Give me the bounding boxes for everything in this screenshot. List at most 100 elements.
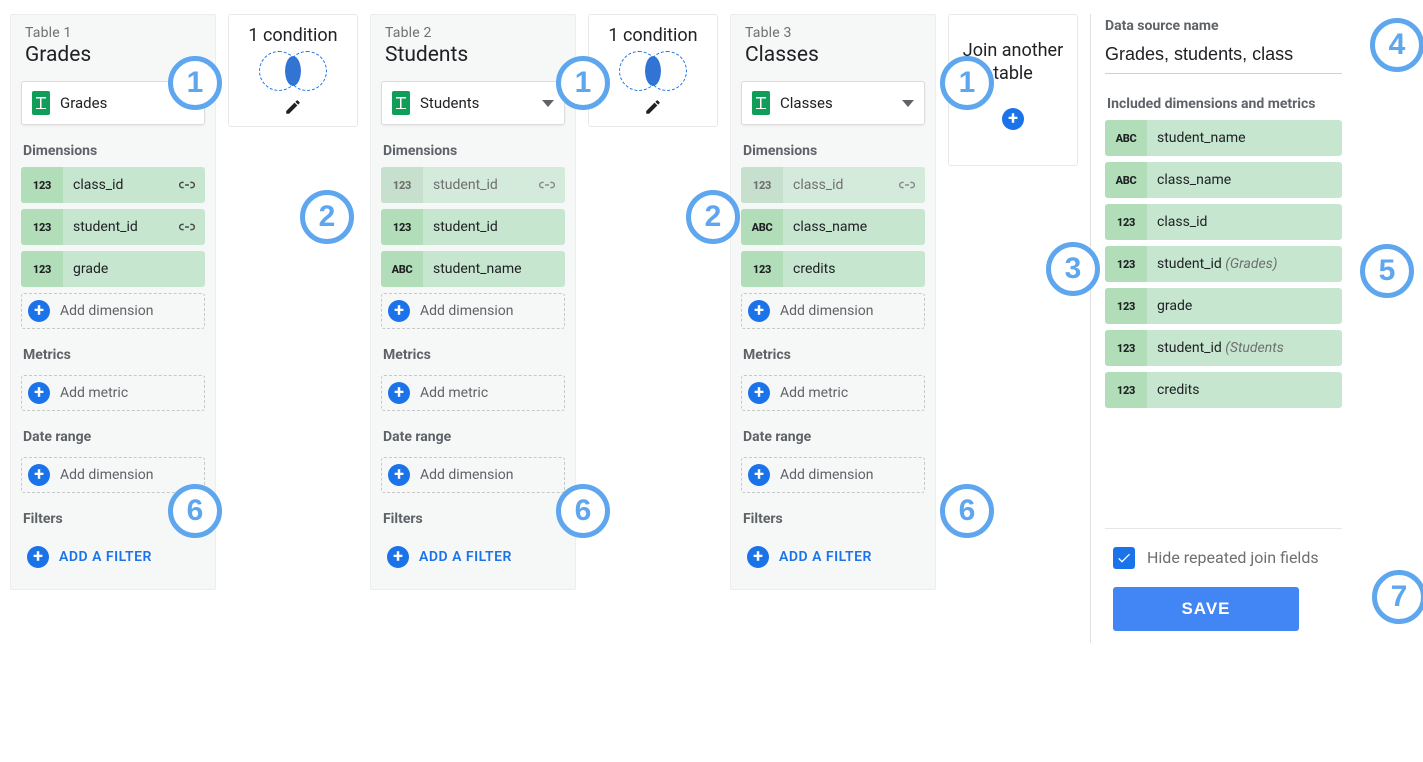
field-name: student_id (Students <box>1147 340 1342 356</box>
join-condition-title: 1 condition <box>608 25 697 46</box>
table-label: Table 3 <box>745 25 921 41</box>
table-name: Classes <box>745 43 921 67</box>
edit-icon <box>284 98 302 116</box>
field-chip[interactable]: ABCclass_name <box>741 209 925 245</box>
section-daterange: Date range <box>11 411 215 453</box>
add-row[interactable]: +Add metric <box>381 375 565 411</box>
edit-icon <box>644 98 662 116</box>
field-chip[interactable]: 123grade <box>21 251 205 287</box>
table-name: Students <box>385 43 561 67</box>
field-chip[interactable]: 123student_id <box>381 167 565 203</box>
source-name: Grades <box>60 94 172 112</box>
add-row-label: Add dimension <box>780 303 873 319</box>
section-filters: Filters <box>371 493 575 535</box>
join-condition[interactable]: 1 condition <box>228 14 358 127</box>
add-row-label: Add metric <box>780 385 848 401</box>
link-icon <box>539 180 555 190</box>
join-another-label: Join another table <box>955 39 1071 86</box>
field-chip[interactable]: 123student_id <box>21 209 205 245</box>
hide-repeated-label: Hide repeated join fields <box>1147 547 1319 569</box>
add-row[interactable]: +Add dimension <box>381 293 565 329</box>
field-name: class_id <box>783 177 899 193</box>
link-icon <box>899 180 915 190</box>
field-name: grade <box>1147 298 1342 314</box>
table-label: Table 2 <box>385 25 561 41</box>
field-chip: 123student_id (Students <box>1105 330 1342 366</box>
add-row-label: Add dimension <box>420 467 513 483</box>
field-type-icon: 123 <box>21 251 63 287</box>
field-name: student_name <box>423 261 565 277</box>
venn-icon <box>619 50 687 92</box>
add-filter-button[interactable]: + ADD A FILTER <box>381 539 565 575</box>
datasource-name-input[interactable] <box>1105 40 1342 74</box>
section-filters: Filters <box>731 493 935 535</box>
sheets-icon <box>752 91 770 115</box>
plus-icon: + <box>748 464 770 486</box>
add-row-label: Add dimension <box>780 467 873 483</box>
field-chip: 123class_id <box>1105 204 1342 240</box>
save-button[interactable]: SAVE <box>1113 587 1299 631</box>
plus-icon: + <box>748 382 770 404</box>
section-dimensions: Dimensions <box>731 125 935 167</box>
section-metrics: Metrics <box>11 329 215 371</box>
source-select[interactable]: Classes <box>741 81 925 125</box>
add-filter-button[interactable]: +ADD A FILTER <box>21 539 205 575</box>
link-icon <box>179 180 195 190</box>
add-filter-button[interactable]: +ADD A FILTER <box>741 539 925 575</box>
field-chip[interactable]: 123class_id <box>21 167 205 203</box>
add-row[interactable]: + Add metric <box>741 375 925 411</box>
venn-icon <box>259 50 327 92</box>
section-filters: Filters <box>11 493 215 535</box>
field-name: grade <box>63 261 205 277</box>
add-row[interactable]: +Add metric <box>21 375 205 411</box>
field-name: student_id <box>63 219 179 235</box>
field-type-icon: 123 <box>741 251 783 287</box>
field-chip[interactable]: ABCstudent_name <box>381 251 565 287</box>
field-chip[interactable]: 123student_id <box>381 209 565 245</box>
add-row[interactable]: +Add dimension <box>21 293 205 329</box>
field-type-icon: ABC <box>741 209 783 245</box>
field-type-icon: 123 <box>1105 204 1147 240</box>
join-condition[interactable]: 1 condition <box>588 14 718 127</box>
field-type-icon: ABC <box>381 251 423 287</box>
join-another-button[interactable]: Join another table + <box>948 14 1078 166</box>
add-row[interactable]: + Add dimension <box>741 293 925 329</box>
hide-repeated-checkbox[interactable]: Hide repeated join fields <box>1113 547 1334 569</box>
field-chip: 123student_id (Grades) <box>1105 246 1342 282</box>
add-row[interactable]: +Add dimension <box>381 457 565 493</box>
plus-icon: + <box>748 300 770 322</box>
plus-icon: + <box>388 300 410 322</box>
field-type-icon: 123 <box>21 167 63 203</box>
field-type-icon: 123 <box>1105 246 1147 282</box>
join-condition-title: 1 condition <box>248 25 337 46</box>
field-chip[interactable]: 123credits <box>741 251 925 287</box>
sheets-icon <box>32 91 50 115</box>
field-name: student_id <box>423 219 565 235</box>
field-name: class_name <box>783 219 925 235</box>
chevron-down-icon <box>902 100 914 107</box>
plus-icon: + <box>747 546 769 568</box>
add-filter-label: ADD A FILTER <box>419 549 512 565</box>
add-row-label: Add metric <box>420 385 488 401</box>
add-row[interactable]: +Add dimension <box>21 457 205 493</box>
field-chip: ABCclass_name <box>1105 162 1342 198</box>
link-icon <box>179 222 195 232</box>
add-filter-label: ADD A FILTER <box>59 549 152 565</box>
field-name: student_name <box>1147 130 1342 146</box>
plus-icon: + <box>1002 108 1024 130</box>
plus-icon: + <box>387 546 409 568</box>
table-card: Table 1GradesGradesDimensions123class_id… <box>10 14 216 590</box>
section-metrics: Metrics <box>371 329 575 371</box>
source-select[interactable]: Students <box>381 81 565 125</box>
field-chip[interactable]: 123class_id <box>741 167 925 203</box>
source-name: Classes <box>780 94 892 112</box>
chevron-down-icon <box>542 100 554 107</box>
table-card: Table 3ClassesClassesDimensions123class_… <box>730 14 936 590</box>
sheets-icon <box>392 91 410 115</box>
checkbox-icon <box>1113 547 1135 569</box>
side-panel: Data source nameIncluded dimensions and … <box>1090 14 1342 643</box>
field-type-icon: 123 <box>381 209 423 245</box>
source-select[interactable]: Grades <box>21 81 205 125</box>
field-type-icon: 123 <box>381 167 423 203</box>
add-row[interactable]: + Add dimension <box>741 457 925 493</box>
